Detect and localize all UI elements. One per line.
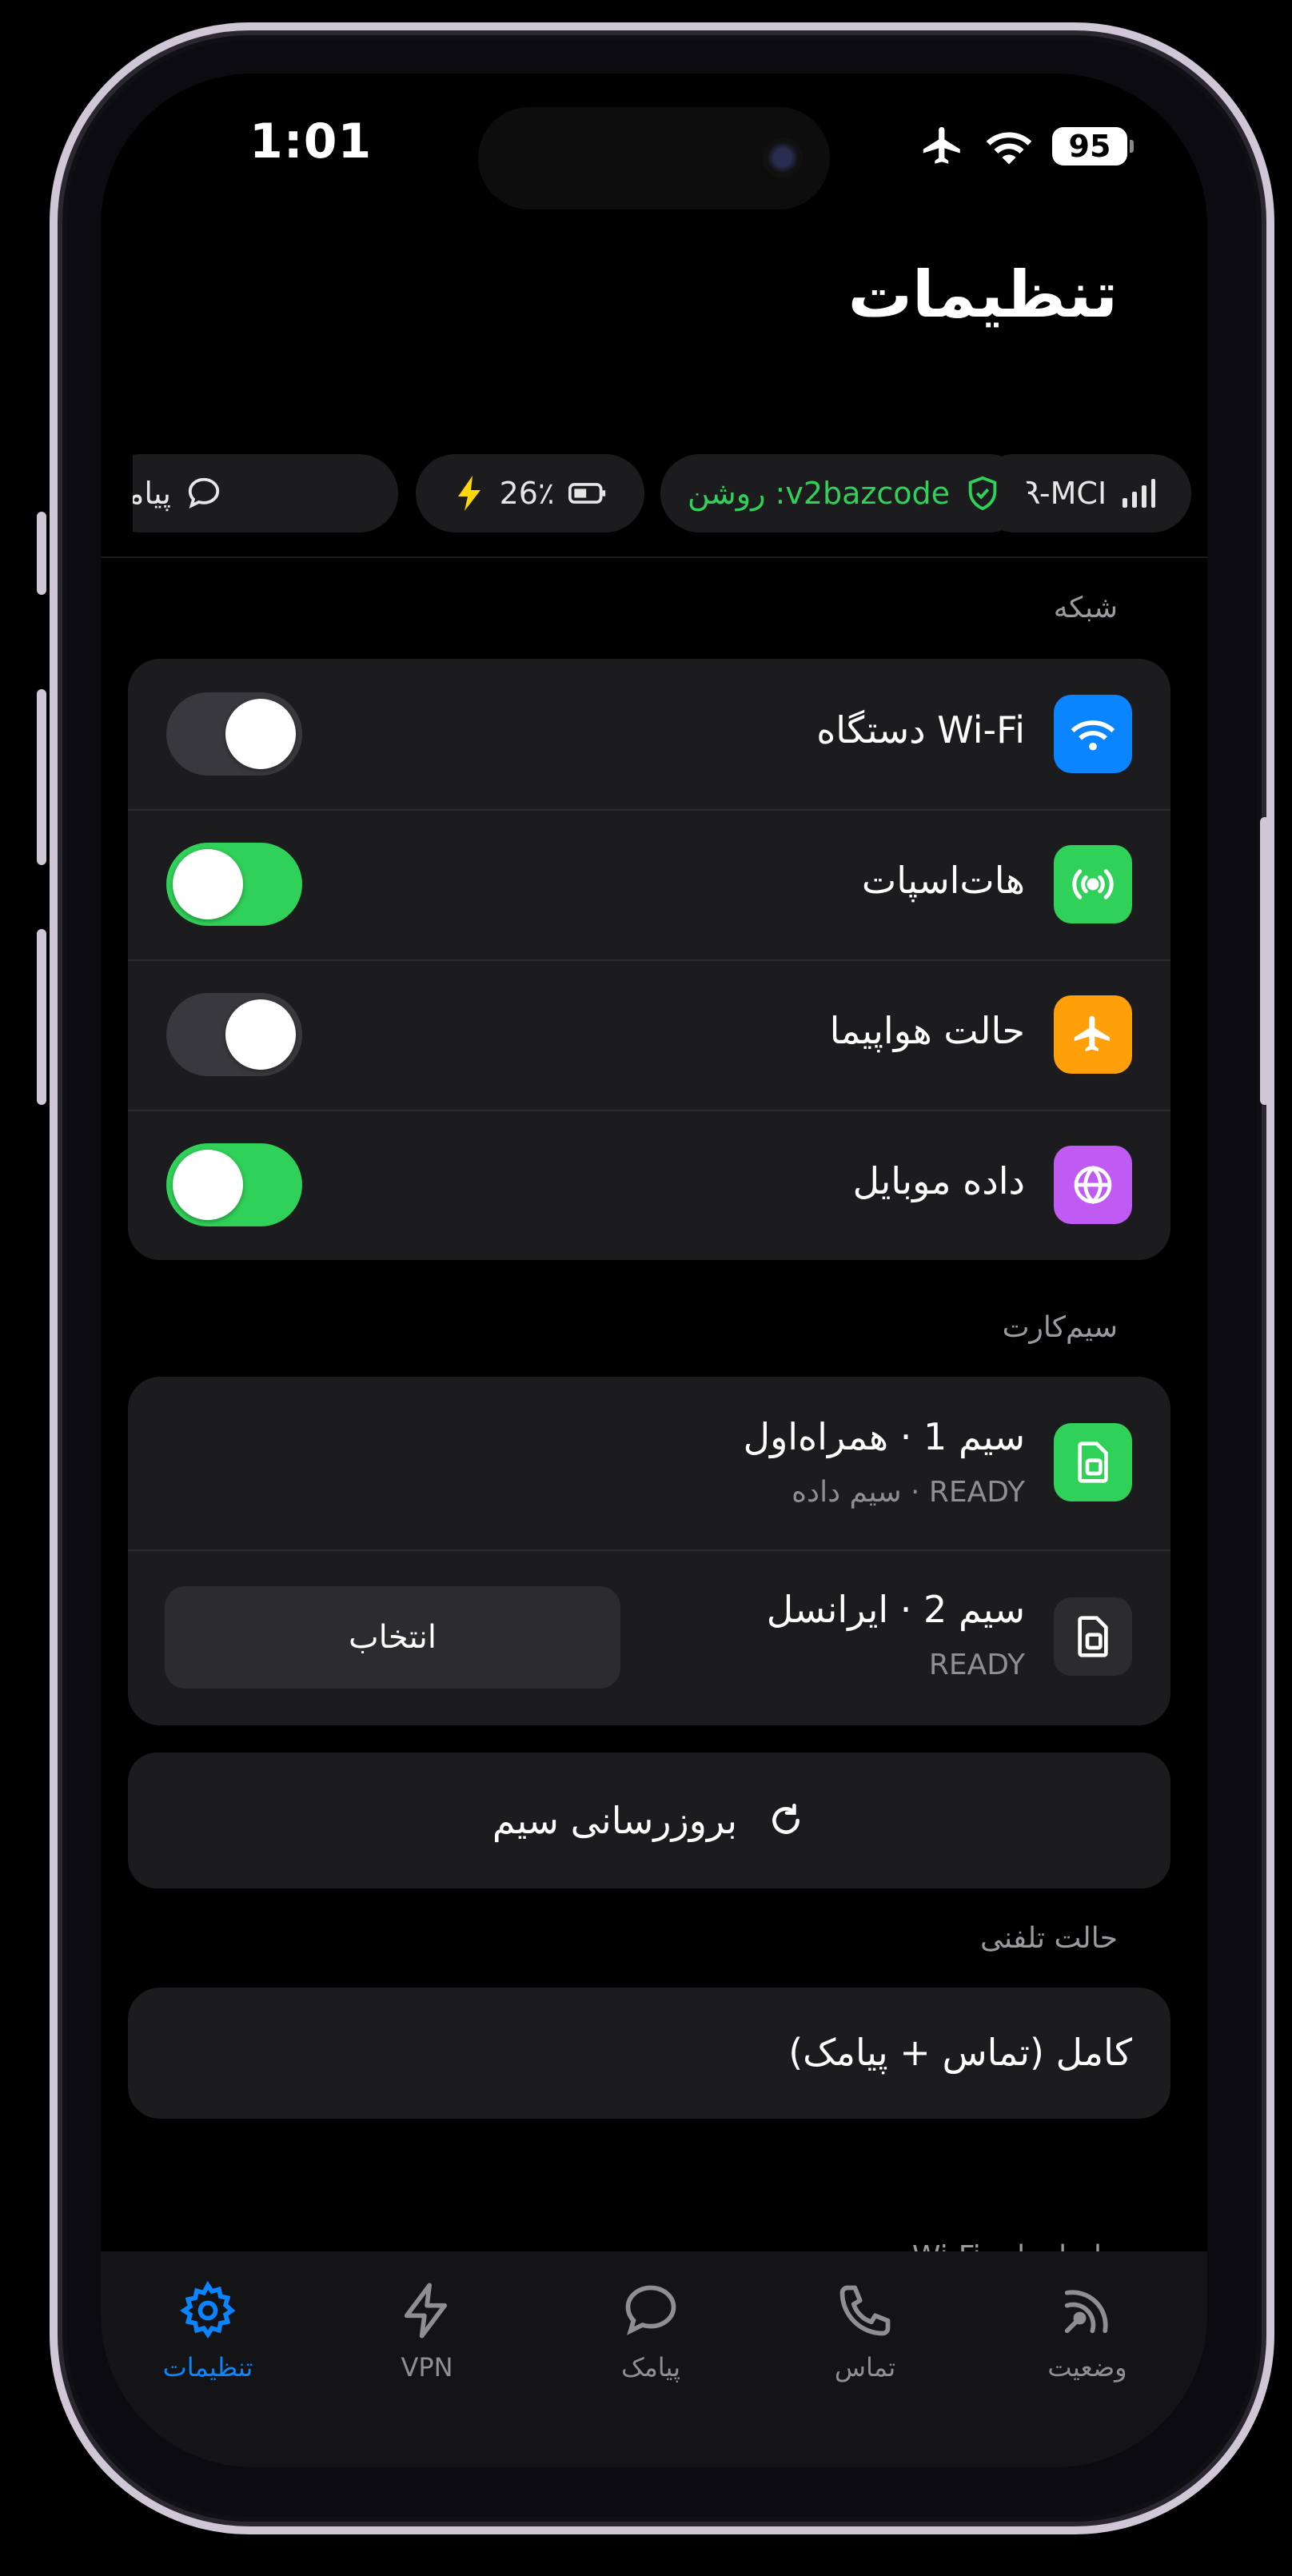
tab-bar: تنظیمات VPN پیامک تماس وضعیت bbox=[101, 2251, 1207, 2467]
sim-row-2[interactable]: سیم 2 · ایرانسل READY انتخاب bbox=[128, 1549, 1170, 1725]
signal-bars-icon bbox=[1123, 479, 1156, 508]
volume-down-button bbox=[37, 929, 46, 1105]
section-label-sim: سیم‌کارت bbox=[1002, 1311, 1118, 1344]
chip-battery-label: 26٪ bbox=[499, 476, 555, 511]
tab-status[interactable]: وضعیت bbox=[991, 2280, 1183, 2400]
status-time: 1:01 bbox=[249, 114, 373, 169]
airplane-label: حالت هواپیما bbox=[829, 1009, 1025, 1052]
antenna-icon bbox=[1064, 2290, 1108, 2334]
wifi-label: Wi-Fi دستگاه bbox=[816, 708, 1025, 752]
sim-card-icon bbox=[1054, 1423, 1132, 1501]
power-button bbox=[1260, 817, 1270, 1105]
chip-vpn-label: v2bazcode: روشن bbox=[687, 476, 951, 511]
header-divider bbox=[101, 556, 1207, 558]
select-sim-button[interactable]: انتخاب bbox=[165, 1586, 620, 1689]
chip-sms[interactable]: پیامک bbox=[133, 454, 398, 532]
phone-icon bbox=[839, 2285, 891, 2336]
network-row-hotspot[interactable]: هات‌اسپات bbox=[128, 809, 1170, 959]
phone-mode-select[interactable]: کامل (تماس + پیامک) bbox=[128, 1988, 1170, 2119]
chip-battery[interactable]: 26٪ bbox=[416, 454, 644, 532]
gear-icon bbox=[180, 2280, 236, 2339]
hotspot-icon bbox=[1054, 845, 1132, 923]
refresh-sim-label: بروزرسانی سیم bbox=[492, 1799, 738, 1842]
network-row-airplane[interactable]: حالت هواپیما bbox=[128, 959, 1170, 1110]
tab-settings[interactable]: تنظیمات bbox=[112, 2280, 304, 2400]
tab-sms[interactable]: پیامک bbox=[555, 2280, 747, 2400]
sim-row-1[interactable]: سیم 1 · همراه‌اول READY · سیم داده bbox=[128, 1377, 1170, 1549]
sim-card: سیم 1 · همراه‌اول READY · سیم داده سیم 2… bbox=[128, 1377, 1170, 1725]
wifi-toggle[interactable] bbox=[166, 692, 302, 776]
battery-icon bbox=[568, 483, 606, 504]
action-button bbox=[37, 512, 46, 595]
volume-up-button bbox=[37, 689, 46, 865]
status-icons: 95 bbox=[919, 123, 1134, 169]
hotspot-label: هات‌اسپات bbox=[861, 859, 1025, 902]
chip-sms-label: پیامک bbox=[133, 476, 171, 511]
refresh-sim-button[interactable]: بروزرسانی سیم bbox=[128, 1753, 1170, 1888]
sim-card-icon bbox=[1054, 1597, 1132, 1676]
status-chips: IR-MCI v2bazcode: روشن 26٪ پیام bbox=[133, 377, 1207, 537]
message-icon bbox=[188, 477, 220, 508]
airplane-icon bbox=[923, 126, 960, 164]
airplane-toggle[interactable] bbox=[166, 993, 302, 1076]
battery-charging-icon bbox=[457, 476, 481, 511]
sim-1-status: READY · سیم داده bbox=[792, 1476, 1025, 1509]
phone-mode-value: کامل (تماس + پیامک) bbox=[788, 2031, 1132, 2074]
network-row-mobile-data[interactable]: داده موبایل bbox=[128, 1110, 1170, 1260]
mobile-data-toggle[interactable] bbox=[166, 1143, 302, 1226]
wifi-icon bbox=[1054, 695, 1132, 773]
wifi-icon bbox=[986, 132, 1032, 165]
network-row-wifi[interactable]: Wi-Fi دستگاه bbox=[128, 659, 1170, 809]
shield-check-icon bbox=[968, 476, 997, 511]
tab-settings-label: تنظیمات bbox=[162, 2352, 253, 2383]
sim-2-status: READY bbox=[928, 1649, 1025, 1681]
section-label-network: شبکه bbox=[1053, 592, 1118, 624]
network-card: Wi-Fi دستگاه هات‌اسپات حالت هواپیما bbox=[128, 659, 1170, 1260]
globe-icon bbox=[1054, 1146, 1132, 1224]
hotspot-toggle[interactable] bbox=[166, 843, 302, 926]
sim-1-label: سیم 1 · همراه‌اول bbox=[743, 1415, 1025, 1458]
tab-calls-label: تماس bbox=[834, 2352, 896, 2383]
tab-status-label: وضعیت bbox=[1047, 2352, 1127, 2383]
bolt-icon bbox=[404, 2283, 448, 2339]
tab-sms-label: پیامک bbox=[620, 2352, 681, 2383]
battery-icon: 95 bbox=[1052, 127, 1134, 165]
section-label-phone-mode: حالت تلفنی bbox=[979, 1922, 1118, 1955]
page-title: تنظیمات bbox=[847, 257, 1118, 332]
sim-2-label: سیم 2 · ایرانسل bbox=[766, 1588, 1025, 1631]
dynamic-island bbox=[478, 107, 830, 209]
mobile-data-label: داده موبایل bbox=[852, 1159, 1025, 1202]
refresh-icon bbox=[772, 1803, 800, 1834]
chip-vpn[interactable]: v2bazcode: روشن bbox=[660, 454, 1028, 532]
tab-vpn[interactable]: VPN bbox=[331, 2280, 523, 2400]
tab-calls[interactable]: تماس bbox=[769, 2280, 961, 2400]
airplane-icon bbox=[1054, 995, 1132, 1074]
battery-level: 95 bbox=[1068, 129, 1111, 164]
camera-icon bbox=[763, 138, 803, 177]
tab-vpn-label: VPN bbox=[401, 2352, 453, 2383]
message-icon bbox=[625, 2285, 676, 2335]
screen: 1:01 95 تنظیمات IR-MCI v2bazcode: روشن 2… bbox=[101, 74, 1207, 2467]
